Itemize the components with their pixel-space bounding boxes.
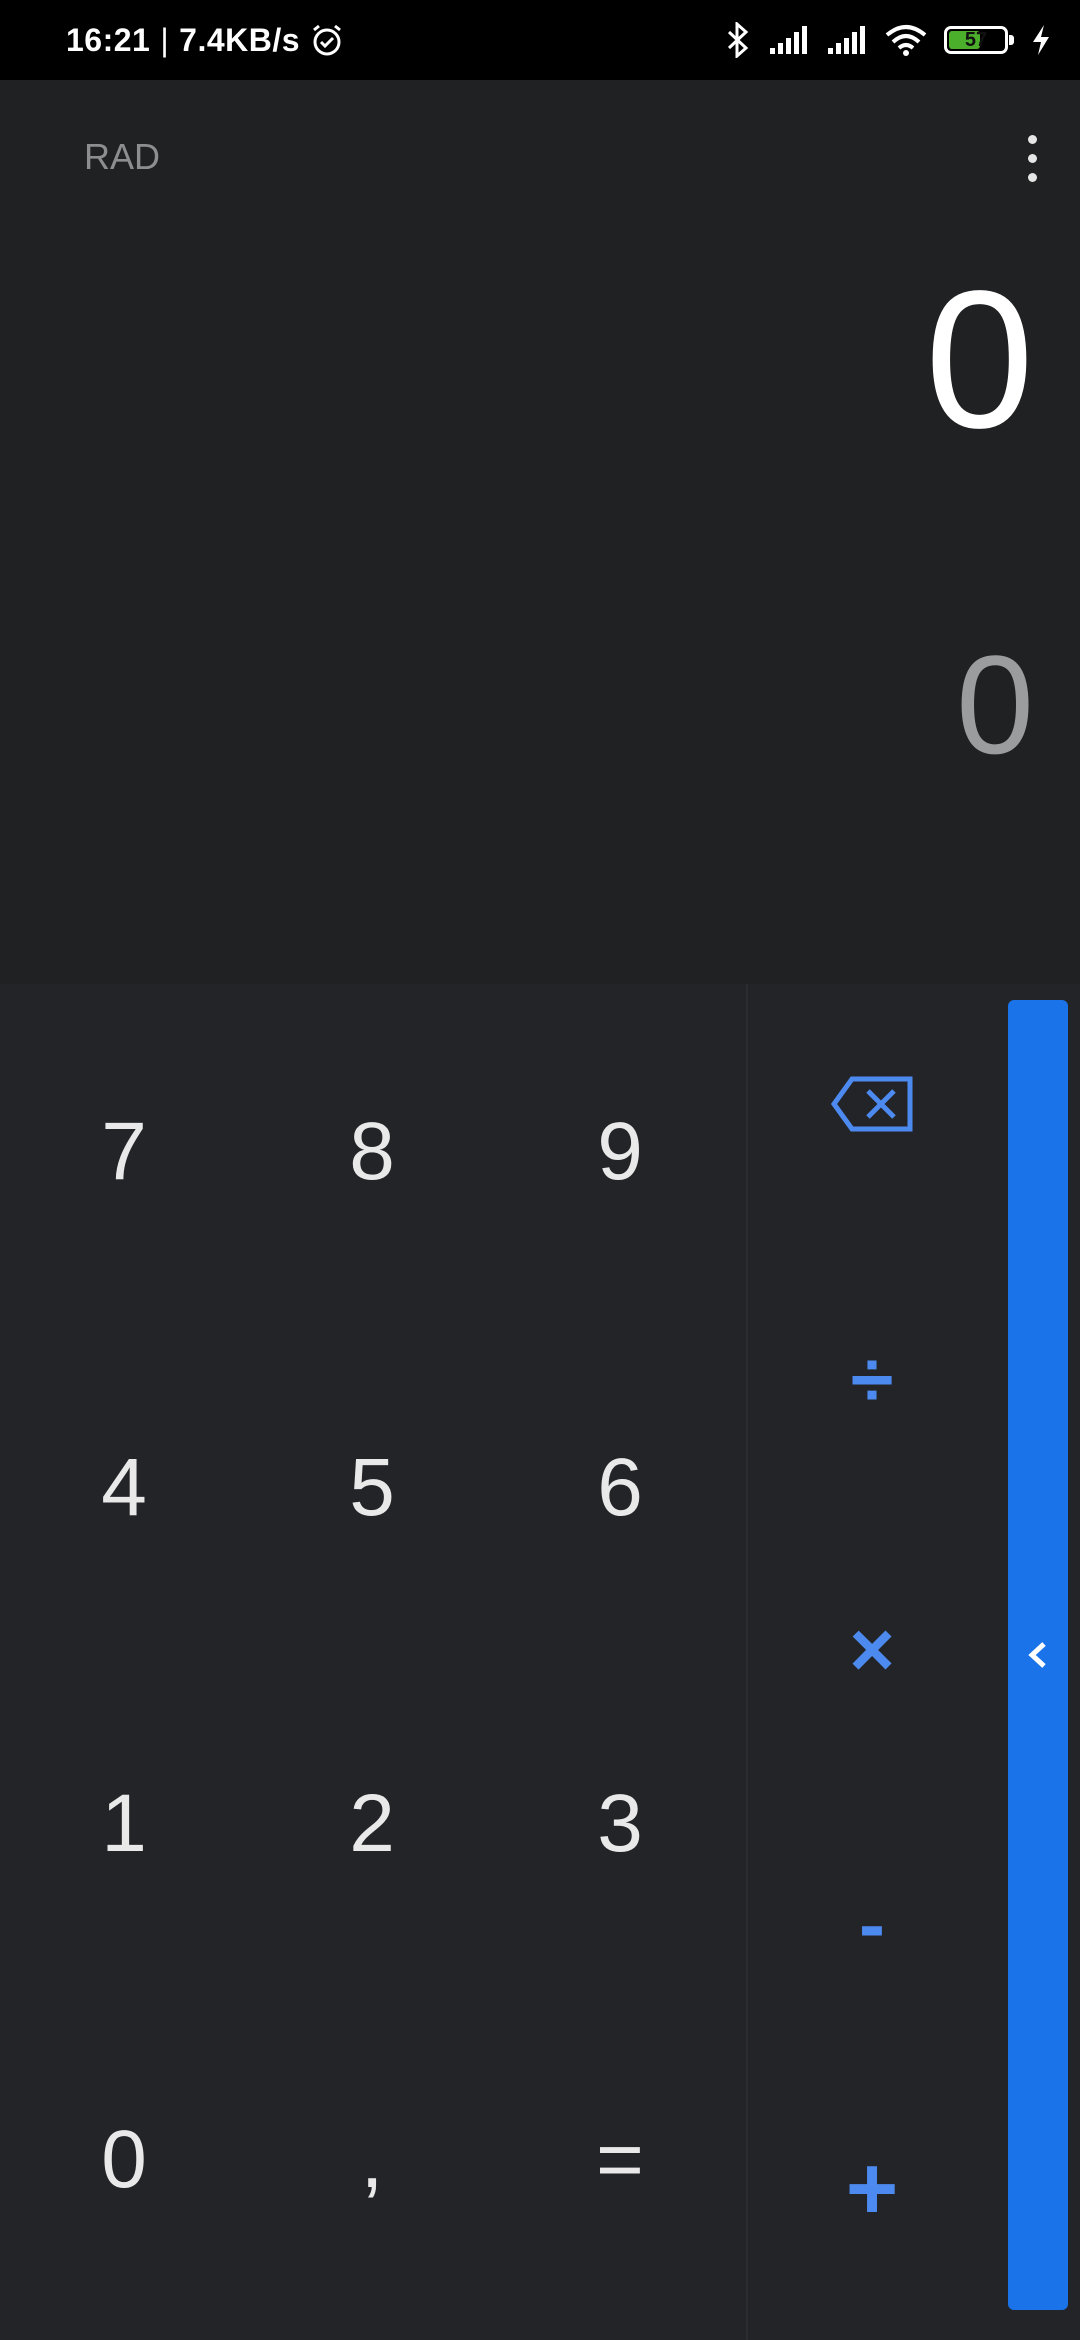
equals-key[interactable]: = [496, 1992, 744, 2328]
more-options-icon-dot [1027, 172, 1037, 182]
key-3[interactable]: 3 [496, 1656, 744, 1992]
expression-display: 0 [924, 250, 1034, 469]
signal-icon [828, 26, 865, 54]
status-separator: | [160, 21, 170, 58]
chevron-left-icon [1028, 1642, 1046, 1668]
alarm-icon [313, 24, 341, 56]
bluetooth-icon [727, 22, 749, 58]
calculator-display: RAD 0 0 [0, 80, 1080, 984]
signal-icon [770, 26, 807, 54]
more-options-icon-dot [1027, 153, 1037, 163]
key-5[interactable]: 5 [248, 1320, 496, 1656]
key-0[interactable]: 0 [0, 1992, 248, 2328]
divide-button[interactable]: ÷ [748, 1259, 996, 1499]
result-display: 0 [956, 626, 1034, 783]
minus-button[interactable]: - [748, 1804, 996, 2044]
operator-column: ÷ × - + [748, 984, 996, 2340]
number-pad: 7 8 9 4 5 6 1 2 3 0 , = [0, 984, 746, 2340]
angle-mode-label[interactable]: RAD [84, 136, 160, 178]
battery-icon: 57 [944, 26, 1014, 54]
battery-level: 57 [964, 28, 988, 51]
advanced-panel-tab[interactable] [1008, 1000, 1068, 2310]
key-8[interactable]: 8 [248, 984, 496, 1320]
key-7[interactable]: 7 [0, 984, 248, 1320]
multiply-button[interactable]: × [748, 1529, 996, 1769]
key-1[interactable]: 1 [0, 1656, 248, 1992]
key-9[interactable]: 9 [496, 984, 744, 1320]
more-options-button[interactable] [1010, 126, 1054, 190]
more-options-icon [1027, 134, 1037, 144]
plus-button[interactable]: + [748, 2069, 996, 2309]
wifi-icon [885, 25, 927, 56]
status-net-speed: 7.4KB/s [179, 21, 301, 58]
keypad: 7 8 9 4 5 6 1 2 3 0 , = ÷ × - + [0, 984, 1080, 2340]
status-left: 16:21 | 7.4KB/s [66, 0, 344, 80]
key-4[interactable]: 4 [0, 1320, 248, 1656]
backspace-button[interactable] [748, 984, 996, 1224]
decimal-key[interactable]: , [248, 1992, 496, 2328]
key-2[interactable]: 2 [248, 1656, 496, 1992]
backspace-icon [830, 1076, 913, 1132]
status-right: 57 [724, 0, 1052, 80]
charging-icon [1033, 25, 1049, 55]
status-bar: 16:21 | 7.4KB/s 57 [0, 0, 1080, 80]
status-time: 16:21 [66, 21, 151, 58]
key-6[interactable]: 6 [496, 1320, 744, 1656]
